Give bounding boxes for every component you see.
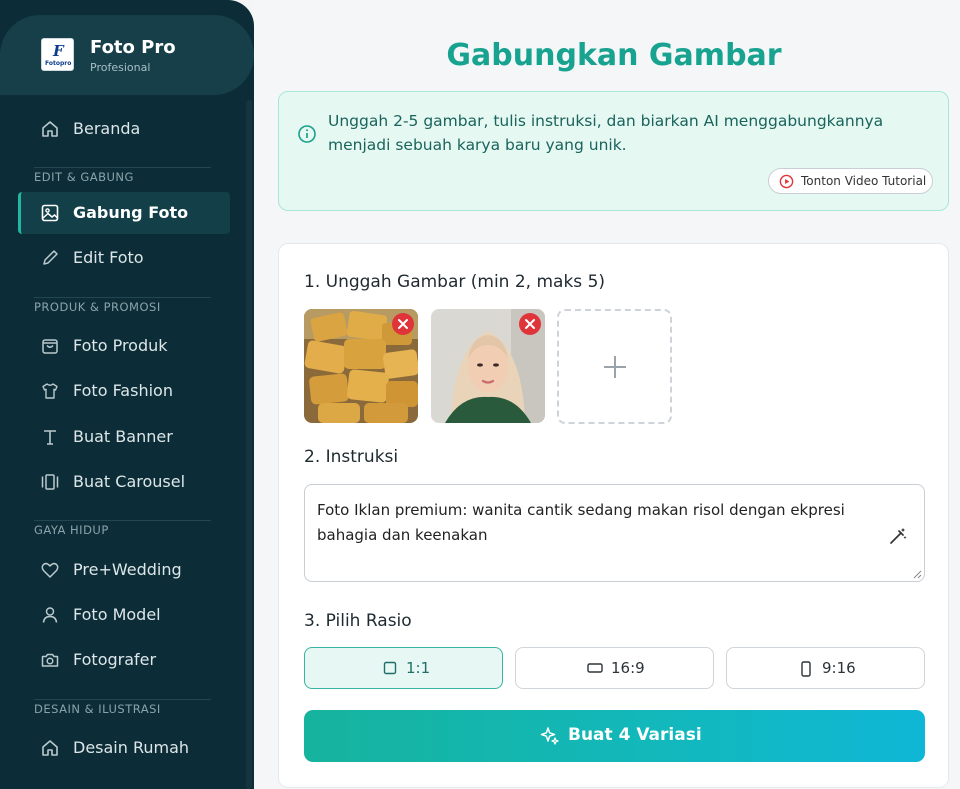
square-icon [383,661,397,675]
sidebar-item-label: Desain Rumah [73,738,190,757]
sidebar-item-buat-carousel[interactable]: Buat Carousel [18,461,230,503]
landscape-icon [587,663,603,673]
text-icon [44,430,56,445]
remove-image-button[interactable] [392,313,414,335]
sidebar-item-label: Foto Fashion [73,381,173,400]
portrait-ratio-icon [801,661,811,677]
ratio-label: 16:9 [611,659,645,677]
shopping-bag-icon [42,339,58,354]
tutorial-label: Tonton Video Tutorial [801,174,927,188]
sidebar-item-foto-produk[interactable]: Foto Produk [18,325,230,367]
play-circle-icon [779,174,794,189]
plus-icon [604,356,626,378]
sidebar-item-prewedding[interactable]: Pre+Wedding [18,549,230,591]
sidebar-divider [34,297,211,298]
main-content: Gabungkan Gambar Unggah 2-5 gambar, tuli… [254,0,960,789]
ratio-label: 1:1 [406,659,431,677]
sidebar-item-label: Edit Foto [73,248,144,267]
sidebar-item-label: Buat Carousel [73,472,186,491]
logo-text: Fotopro [45,60,72,67]
camera-icon [41,653,59,667]
pencil-icon [43,250,58,265]
sidebar-item-label: Pre+Wedding [73,560,182,579]
logo-letter: F [53,42,64,60]
shirt-icon [42,383,58,399]
sidebar-divider [34,167,211,168]
ratio-option-16-9[interactable]: 16:9 [515,647,714,689]
step-instruction-title: 2. Instruksi [304,447,399,467]
section-label-desain: DESAIN & ILUSTRASI [34,702,161,716]
brand-subtitle: Profesional [90,61,151,74]
sidebar-item-fotografer[interactable]: Fotografer [18,639,230,681]
heart-icon [41,562,59,578]
step-upload-title: 1. Unggah Gambar (min 2, maks 5) [304,272,606,292]
section-label-produk: PRODUK & PROMOSI [34,300,161,314]
section-label-gaya: GAYA HIDUP [34,523,109,537]
sidebar-item-label: Gabung Foto [73,203,189,222]
ratio-label: 9:16 [822,659,856,677]
sidebar-divider [34,699,211,700]
info-icon [298,125,316,143]
step-ratio-title: 3. Pilih Rasio [304,611,412,631]
instruction-text: Foto Iklan premium: wanita cantik sedang… [317,501,845,544]
generate-variations-button[interactable]: Buat 4 Variasi [304,710,925,762]
instruction-textarea[interactable]: Foto Iklan premium: wanita cantik sedang… [304,484,925,582]
brand-logo[interactable]: F Fotopro [41,38,74,71]
sidebar-item-edit-foto[interactable]: Edit Foto [18,237,230,279]
brand-name: Foto Pro [90,37,176,58]
sidebar-item-foto-fashion[interactable]: Foto Fashion [18,370,230,412]
close-icon [525,319,535,329]
user-icon [42,607,58,623]
sidebar-scrollbar[interactable] [246,100,252,789]
page-title: Gabungkan Gambar [446,38,782,73]
home-icon [42,121,58,137]
sidebar-item-label: Foto Produk [73,336,168,355]
ratio-option-1-1[interactable]: 1:1 [304,647,503,689]
sidebar: F Fotopro Foto Pro Profesional Beranda E… [0,0,254,789]
info-banner: Unggah 2-5 gambar, tulis instruksi, dan … [278,91,949,211]
resize-handle[interactable] [913,570,922,579]
sidebar-item-beranda[interactable]: Beranda [18,108,230,150]
cta-label: Buat 4 Variasi [568,725,702,745]
home-icon [42,740,58,756]
sidebar-item-label: Beranda [73,119,141,138]
form-card: 1. Unggah Gambar (min 2, maks 5) 2. Inst… [278,243,949,788]
info-text: Unggah 2-5 gambar, tulis instruksi, dan … [328,112,884,154]
ratio-option-9-16[interactable]: 9:16 [726,647,925,689]
section-label-edit: EDIT & GABUNG [34,170,134,184]
uploaded-image-2[interactable] [431,309,545,423]
sidebar-item-buat-banner[interactable]: Buat Banner [18,416,230,458]
close-icon [398,319,408,329]
tutorial-button[interactable]: Tonton Video Tutorial [768,168,933,194]
add-image-button[interactable] [557,309,672,424]
sidebar-divider [34,520,211,521]
sparkles-icon [540,727,559,745]
sidebar-item-foto-model[interactable]: Foto Model [18,594,230,636]
uploaded-image-1[interactable] [304,309,418,423]
remove-image-button[interactable] [519,313,541,335]
carousel-icon [41,474,59,490]
sidebar-item-label: Buat Banner [73,427,173,446]
sidebar-item-gabung-foto[interactable]: Gabung Foto [18,192,230,234]
magic-wand-icon[interactable] [888,526,908,546]
sidebar-item-desain-rumah[interactable]: Desain Rumah [18,727,230,769]
image-icon [41,204,59,222]
sidebar-item-label: Fotografer [73,650,157,669]
sidebar-item-label: Foto Model [73,605,161,624]
